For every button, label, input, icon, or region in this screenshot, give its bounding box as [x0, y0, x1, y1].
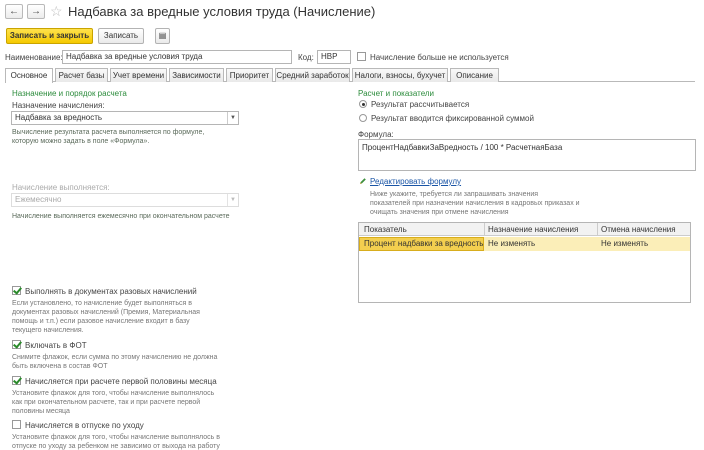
performed-select: Ежемесячно ▼ [11, 193, 239, 207]
result-fixed-label: Результат вводится фиксированной суммой [371, 114, 534, 123]
purpose-hint-line: которую можно задать в поле «Формула». [12, 138, 150, 145]
pencil-icon[interactable] [359, 177, 367, 185]
one-time-accruals-hint-line: документах разовых начислений (Премия, М… [12, 309, 200, 316]
result-calculated-label: Результат рассчитывается [371, 100, 470, 109]
first-half-month-hint-line: половины месяца [12, 408, 70, 415]
arrow-right-icon: → [31, 6, 41, 17]
purpose-select[interactable]: Надбавка за вредность ▼ [11, 111, 239, 125]
result-calculated-radio[interactable] [359, 100, 367, 108]
more-actions-button[interactable]: ▤ [155, 28, 170, 44]
formula-label: Формула: [358, 130, 394, 139]
purpose-section-title: Назначение и порядок расчета [12, 89, 127, 98]
grid-hint-line: показателей при назначении начисления в … [370, 200, 580, 207]
indicators-table[interactable]: Показатель Назначение начисления Отмена … [358, 222, 691, 303]
tab-main[interactable]: Основное [5, 68, 53, 83]
column-header-cancel[interactable]: Отмена начисления [598, 223, 676, 236]
forward-button[interactable]: → [27, 4, 45, 19]
tab-dependencies[interactable]: Зависимости [169, 68, 224, 82]
purpose-hint-line: Вычисление результата расчета выполняетс… [12, 129, 205, 136]
parental-leave-hint-line: отпуске по уходу за ребенком не зависимо… [12, 443, 220, 450]
tab-strip: Основное Расчет базы Учет времени Зависи… [5, 68, 695, 83]
grid-hint-line: Ниже укажите, требуется ли запрашивать з… [370, 191, 539, 198]
code-label: Код: [298, 53, 314, 62]
chevron-down-icon: ▼ [227, 194, 238, 206]
first-half-month-hint-line: как при окончательном расчете, так и при… [12, 399, 201, 406]
first-half-month-hint-line: Установите флажок для того, чтобы начисл… [12, 390, 215, 397]
one-time-accruals-hint-line: текущего начисления. [12, 327, 84, 334]
include-in-fot-hint-line: Снимите флажок, если сумма по этому начи… [12, 354, 218, 361]
save-and-close-button[interactable]: Записать и закрыть [6, 28, 93, 44]
performed-select-value: Ежемесячно [15, 195, 62, 204]
one-time-accruals-hint-line: помощь и т.п.) если разовое начисление в… [12, 318, 190, 325]
formula-textarea[interactable]: ПроцентНадбавкиЗаВредность / 100 * Расче… [358, 139, 696, 171]
one-time-accruals-label: Выполнять в документах разовых начислени… [25, 287, 197, 296]
result-fixed-radio[interactable] [359, 114, 367, 122]
name-input[interactable]: Надбавка за вредные условия труда [62, 50, 292, 64]
calc-section-title: Расчет и показатели [358, 89, 435, 98]
performed-label: Начисление выполняется: [12, 183, 110, 192]
one-time-accruals-hint-line: Если установлено, то начисление будет вы… [12, 300, 192, 307]
window-title: Надбавка за вредные условия труда (Начис… [68, 4, 376, 19]
toolbar: Записать и закрыть Записать ▤ [0, 28, 704, 46]
purpose-select-value: Надбавка за вредность [15, 113, 103, 122]
save-button[interactable]: Записать [98, 28, 144, 44]
arrow-left-icon: ← [9, 6, 19, 17]
tab-base-calc[interactable]: Расчет базы [55, 68, 108, 82]
tab-taxes[interactable]: Налоги, взносы, бухучет [352, 68, 448, 82]
column-header-indicator[interactable]: Показатель [361, 223, 407, 236]
grid-hint-line: очищать значения при отмене начисления [370, 209, 509, 216]
first-half-month-label: Начисляется при расчете первой половины … [25, 377, 217, 386]
tab-priority[interactable]: Приоритет [226, 68, 273, 82]
purpose-label: Назначение начисления: [12, 101, 105, 110]
back-button[interactable]: ← [5, 4, 23, 19]
tab-average-earnings[interactable]: Средний заработок [275, 68, 350, 82]
include-in-fot-label: Включать в ФОТ [25, 341, 87, 350]
chevron-down-icon: ▼ [227, 112, 238, 124]
unused-label: Начисление больше не используется [370, 53, 509, 62]
tab-description[interactable]: Описание [450, 68, 499, 82]
unused-checkbox[interactable] [357, 52, 366, 61]
parental-leave-hint-line: Установите флажок для того, чтобы начисл… [12, 434, 220, 441]
table-cell[interactable]: Не изменять [485, 237, 535, 250]
list-icon: ▤ [158, 31, 167, 40]
column-header-assignment[interactable]: Назначение начисления [485, 223, 578, 236]
favorite-star-icon[interactable]: ☆ [50, 3, 63, 19]
code-input[interactable]: НВР [317, 50, 351, 64]
name-label: Наименование: [5, 53, 63, 62]
tab-time-accounting[interactable]: Учет времени [110, 68, 167, 82]
first-half-month-checkbox[interactable] [12, 376, 21, 385]
edit-formula-link[interactable]: Редактировать формулу [370, 177, 461, 186]
table-cell: Процент надбавки за вредность [364, 239, 484, 248]
performed-hint: Начисление выполняется ежемесячно при ок… [12, 213, 230, 220]
one-time-accruals-checkbox[interactable] [12, 286, 21, 295]
title-bar: ← → ☆ Надбавка за вредные условия труда … [0, 0, 704, 26]
include-in-fot-checkbox[interactable] [12, 340, 21, 349]
table-cell[interactable]: Не изменять [598, 237, 648, 250]
parental-leave-label: Начисляется в отпуске по уходу [25, 421, 144, 430]
table-header: Показатель Назначение начисления Отмена … [359, 223, 690, 236]
parental-leave-checkbox[interactable] [12, 420, 21, 429]
include-in-fot-hint-line: быть включена в состав ФОТ [12, 363, 108, 370]
